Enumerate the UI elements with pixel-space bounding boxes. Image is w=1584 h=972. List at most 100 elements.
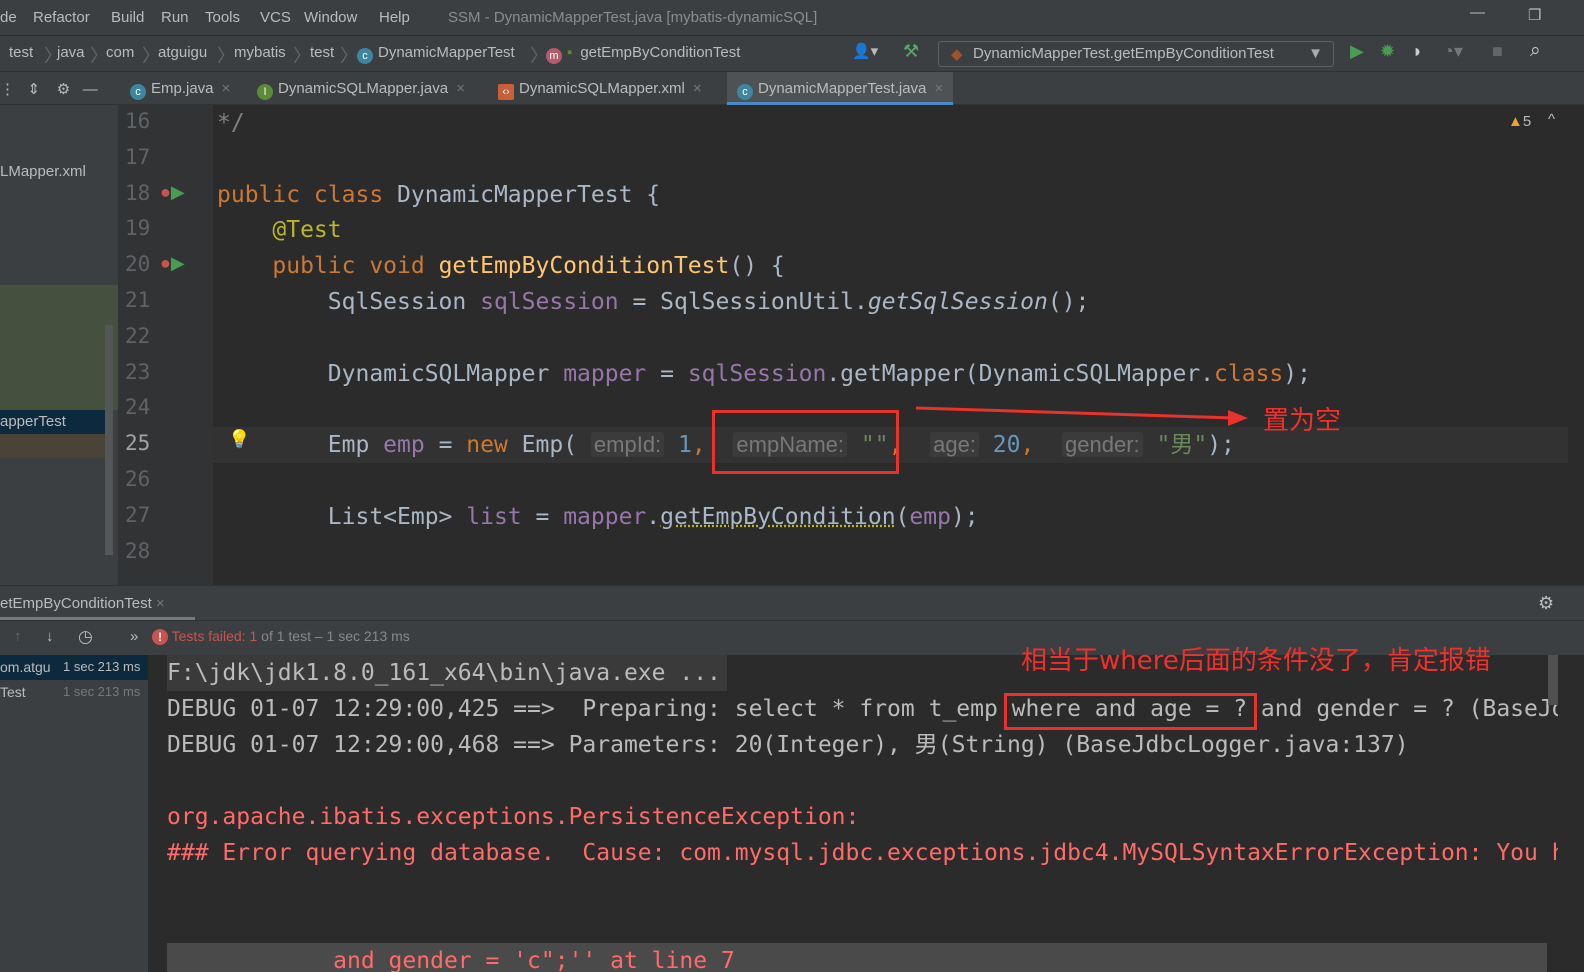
stop-icon[interactable]: ■ — [1492, 41, 1503, 62]
breadcrumb-item[interactable]: java — [57, 44, 85, 61]
arrow-down-icon[interactable]: ↓ — [46, 628, 54, 645]
project-item[interactable]: apperTest — [0, 410, 105, 434]
line-number: 22 — [125, 323, 151, 348]
breadcrumb-label: DynamicMapperTest — [378, 44, 515, 61]
project-selection — [0, 285, 118, 410]
code-token: @Test — [272, 217, 342, 244]
menu-build[interactable]: Build — [111, 9, 144, 26]
scrollbar[interactable] — [105, 325, 113, 555]
code-line[interactable]: DynamicSQLMapper mapper = sqlSession.get… — [217, 356, 1311, 392]
more-icon[interactable]: » — [130, 628, 138, 645]
tab-emp-java[interactable]: c Emp.java × — [130, 72, 230, 105]
tab-dynamicmappertest-java[interactable]: c DynamicMapperTest.java × — [727, 72, 954, 105]
console-line: DEBUG 01-07 12:29:00,425 ==> Preparing: … — [167, 696, 1558, 722]
line-number: 24 — [125, 395, 151, 420]
close-icon[interactable]: × — [934, 80, 943, 97]
lock-open-icon: ▪ — [567, 44, 573, 61]
console-line: org.apache.ibatis.exceptions.Persistence… — [167, 804, 874, 830]
run-test-icon[interactable]: ●▶ — [160, 253, 185, 274]
coverage-icon[interactable]: ◗ — [1412, 41, 1423, 62]
highlight-box-where — [1004, 693, 1257, 730]
project-panel: LMapper.xml apperTest — [0, 105, 118, 585]
tab-dynamicsqlmapper-xml[interactable]: ‹› DynamicSQLMapper.xml × — [498, 72, 702, 105]
breadcrumb-item[interactable]: com — [106, 44, 134, 61]
user-icon[interactable]: 👤▾ — [852, 42, 878, 60]
breadcrumb-method[interactable]: m ▪ getEmpByConditionTest — [546, 44, 740, 64]
profile-icon[interactable]: ◔▾ — [1443, 41, 1463, 62]
build-hammer-icon[interactable]: ⚒ — [903, 41, 919, 62]
debug-bug-icon[interactable]: ✹ — [1380, 41, 1395, 62]
code-token: = — [521, 503, 564, 530]
scrollbar[interactable] — [1548, 655, 1558, 705]
tree-item-time: 1 sec 213 ms — [63, 659, 141, 674]
lightbulb-icon[interactable]: 💡 — [228, 429, 250, 450]
tree-item[interactable]: Test 1 sec 213 ms — [0, 680, 148, 705]
code-token: ); — [1283, 360, 1311, 387]
run-tab-label: etEmpByConditionTest — [0, 595, 152, 612]
code-line[interactable]: List<Emp> list = mapper.getEmpByConditio… — [217, 499, 979, 535]
code-token: 20 — [978, 432, 1021, 459]
code-line[interactable]: SqlSession sqlSession = SqlSessionUtil.g… — [217, 284, 1090, 320]
annotation-arrow — [915, 406, 1248, 426]
breadcrumb-item[interactable]: test — [9, 44, 33, 61]
class-icon: c — [737, 84, 753, 100]
run-icon[interactable]: ▶ — [1350, 41, 1364, 62]
line-number: 25 — [125, 431, 151, 456]
project-row — [0, 434, 105, 458]
collapse-icon[interactable]: ⋮ ⇕ ⚙ — — [0, 72, 98, 105]
line-number: 28 — [125, 538, 151, 563]
menu-window[interactable]: Window — [304, 9, 357, 26]
arrow-up-icon[interactable]: ↑ — [14, 628, 22, 645]
code-line[interactable]: public void getEmpByConditionTest() { — [217, 248, 784, 284]
run-tab[interactable]: etEmpByConditionTest × — [0, 595, 165, 612]
chevron-right-icon: 〉 — [217, 46, 235, 66]
menu-code[interactable]: de — [0, 9, 17, 26]
console-line: ### Error querying database. Cause: com.… — [167, 840, 1558, 866]
breadcrumb-item[interactable]: atguigu — [158, 44, 207, 61]
menu-vcs[interactable]: VCS — [260, 9, 291, 26]
gear-icon[interactable]: ⚙ — [1538, 593, 1554, 614]
menu-bar: de Refactor Build Run Tools VCS Window H… — [0, 0, 1584, 36]
code-editor[interactable]: 16 17 18 19 20 21 22 23 24 25 26 27 28 ●▶ ●▶ */ public … — [118, 105, 1568, 585]
status-label: Tests failed: — [171, 628, 246, 644]
close-icon[interactable]: × — [456, 80, 465, 97]
tab-label: DynamicMapperTest.java — [758, 80, 927, 97]
restore-icon[interactable]: ❐ — [1528, 6, 1541, 24]
tab-dynamicsqlmapper-java[interactable]: I DynamicSQLMapper.java × — [257, 72, 465, 105]
menu-run[interactable]: Run — [161, 9, 189, 26]
run-configuration-select[interactable]: ◆ DynamicMapperTest.getEmpByConditionTest… — [938, 41, 1334, 67]
close-icon[interactable]: × — [693, 80, 702, 97]
history-icon[interactable]: ◷ — [78, 627, 93, 647]
chevron-up-icon[interactable]: ^ — [1548, 111, 1555, 128]
gutter: 16 17 18 19 20 21 22 23 24 25 26 27 28 ●▶ ●▶ — [118, 105, 213, 585]
line-number: 23 — [125, 359, 151, 384]
code-line[interactable]: */ — [217, 105, 245, 141]
xml-icon: ‹› — [498, 84, 514, 100]
console-line: DEBUG 01-07 12:29:00,468 ==> Parameters:… — [167, 732, 1409, 758]
console-output[interactable]: F:\jdk\jdk1.8.0_161_x64\bin\java.exe ...… — [148, 655, 1558, 972]
breadcrumb-item[interactable]: test — [310, 44, 334, 61]
code-token: emp — [909, 503, 951, 530]
search-icon[interactable]: ⌕ — [1530, 40, 1541, 62]
menu-refactor[interactable]: Refactor — [33, 9, 90, 26]
tree-item[interactable]: om.atgu 1 sec 213 ms — [0, 655, 148, 680]
menu-tools[interactable]: Tools — [205, 9, 240, 26]
code-line[interactable]: @Test — [217, 212, 342, 248]
breadcrumb-class[interactable]: c DynamicMapperTest — [357, 44, 515, 64]
minimize-icon[interactable]: — — [1470, 4, 1485, 21]
project-item[interactable]: LMapper.xml — [0, 163, 86, 180]
close-icon[interactable]: × — [156, 595, 165, 612]
tree-item-time: 1 sec 213 ms — [63, 684, 141, 699]
warning-count[interactable]: ▲5 — [1508, 113, 1531, 130]
code-line[interactable]: public class DynamicMapperTest { — [217, 177, 660, 213]
line-number: 21 — [125, 288, 151, 312]
warning-icon: ▲ — [1508, 113, 1523, 130]
close-icon[interactable]: × — [222, 80, 231, 97]
breadcrumb-item[interactable]: mybatis — [234, 44, 286, 61]
code-token: , — [1020, 432, 1063, 459]
menu-help[interactable]: Help — [379, 9, 410, 26]
annotation-note: 相当于where后面的条件没了，肯定报错 — [1021, 646, 1491, 676]
code-token: (); — [1047, 289, 1090, 315]
run-test-icon[interactable]: ●▶ — [160, 182, 185, 203]
status-detail: of 1 test – 1 sec 213 ms — [261, 628, 410, 644]
